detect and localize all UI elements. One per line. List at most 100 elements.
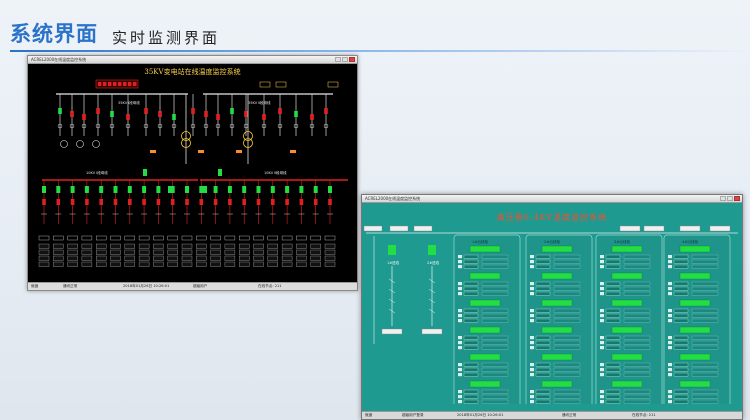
temp-bar xyxy=(691,399,719,404)
phase-label xyxy=(458,363,462,367)
temp-bar xyxy=(691,340,719,345)
phase-label xyxy=(668,282,672,286)
temp-value xyxy=(673,318,689,323)
temp-bar xyxy=(623,394,651,399)
temp-value xyxy=(673,291,689,296)
data-cell xyxy=(96,249,107,255)
temp-bar xyxy=(553,281,581,286)
switch-icon xyxy=(85,199,89,205)
breaker-icon xyxy=(227,186,232,193)
temp-value xyxy=(463,259,479,264)
data-cell xyxy=(181,261,193,267)
breaker-icon xyxy=(96,108,100,114)
breaker-icon xyxy=(230,108,234,114)
data-cell xyxy=(110,255,121,261)
switch-icon xyxy=(99,199,103,205)
breaker-icon xyxy=(58,108,62,114)
label-box xyxy=(167,235,178,241)
page-header: 系统界面 实时监测界面 xyxy=(10,22,220,48)
data-cell xyxy=(38,255,50,261)
data-cell xyxy=(267,249,278,255)
temp-value xyxy=(463,345,479,350)
data-cell xyxy=(281,261,293,267)
temp-bar xyxy=(691,362,719,367)
data-cell xyxy=(296,261,307,267)
switch-icon xyxy=(170,199,175,205)
data-cell xyxy=(310,255,321,261)
maximize-icon[interactable] xyxy=(727,196,733,201)
sensor-title-bar xyxy=(541,299,573,307)
temp-value xyxy=(673,389,689,394)
data-cell xyxy=(138,249,150,255)
temp-value xyxy=(673,340,689,345)
temp-bar xyxy=(553,313,581,318)
maximize-icon[interactable] xyxy=(342,57,348,62)
minimize-icon[interactable] xyxy=(335,57,341,62)
phase-label xyxy=(668,260,672,264)
temp-bar xyxy=(691,389,719,394)
panel-layout: 1#进线 2#进线 1#出线柜 2#出线柜 3#出线柜 4#出线柜 xyxy=(363,225,738,404)
temp-bar xyxy=(481,345,509,350)
temp-bar xyxy=(691,308,719,313)
phase-label xyxy=(600,260,604,264)
temp-bar xyxy=(623,308,651,313)
temp-value xyxy=(673,394,689,399)
temp-value xyxy=(605,313,621,318)
close-icon[interactable] xyxy=(349,57,355,62)
label-box xyxy=(81,235,93,241)
header-tag xyxy=(709,225,731,232)
close-icon[interactable] xyxy=(734,196,740,201)
temp-bar xyxy=(691,394,719,399)
status-comm: 通讯正常 xyxy=(562,413,577,417)
temp-value xyxy=(605,389,621,394)
temp-value xyxy=(535,264,551,269)
incomer-label: 2#进线 xyxy=(427,260,440,265)
data-cell xyxy=(96,243,107,249)
data-cell xyxy=(310,243,321,249)
sensor-title-bar xyxy=(679,272,711,280)
phase-label xyxy=(530,282,534,286)
label-box xyxy=(281,235,293,241)
single-line-diagram: 35KV Ⅰ段母线 35KV Ⅱ段母线 10KV Ⅰ段母线 10KV Ⅱ段母线 xyxy=(38,79,348,267)
switch-icon xyxy=(113,199,118,205)
temp-bar xyxy=(691,281,719,286)
temp-value xyxy=(535,335,551,340)
phase-label xyxy=(530,390,534,394)
label-box xyxy=(238,235,250,241)
data-cell xyxy=(324,243,336,249)
temp-bar xyxy=(481,264,509,269)
phase-label xyxy=(600,341,604,345)
temp-value xyxy=(605,318,621,323)
phase-label xyxy=(458,260,462,264)
data-cell xyxy=(38,249,50,255)
phase-label xyxy=(668,265,672,269)
data-cell xyxy=(138,243,150,249)
temp-value xyxy=(463,372,479,377)
cabinet-title: 3#出线柜 xyxy=(614,239,630,244)
phase-label xyxy=(458,400,462,404)
data-cell xyxy=(253,243,264,249)
temp-bar xyxy=(623,399,651,404)
motor-icon xyxy=(60,140,68,148)
data-cell xyxy=(296,249,307,255)
switch-icon xyxy=(56,199,61,205)
minimize-icon[interactable] xyxy=(720,196,726,201)
breaker-icon xyxy=(126,114,130,120)
sensor-title-bar xyxy=(679,353,711,361)
temp-value xyxy=(463,362,479,367)
header-tag xyxy=(413,225,433,232)
bus-label: 35KV Ⅰ段母线 xyxy=(118,100,140,105)
data-cell xyxy=(153,249,164,255)
temp-value xyxy=(605,308,621,313)
temp-bar xyxy=(623,254,651,259)
status-bar: 就绪 通讯正常 2018年01月26日 10:26:01 超级用户 在线节点: … xyxy=(28,282,357,290)
temp-value xyxy=(673,372,689,377)
data-cell xyxy=(53,261,64,267)
data-cell xyxy=(310,249,321,255)
sensor-title-bar xyxy=(611,245,643,253)
temp-bar xyxy=(481,291,509,296)
temp-bar xyxy=(623,389,651,394)
data-cell xyxy=(267,255,278,261)
temp-bar xyxy=(481,254,509,259)
data-cell xyxy=(224,261,236,267)
